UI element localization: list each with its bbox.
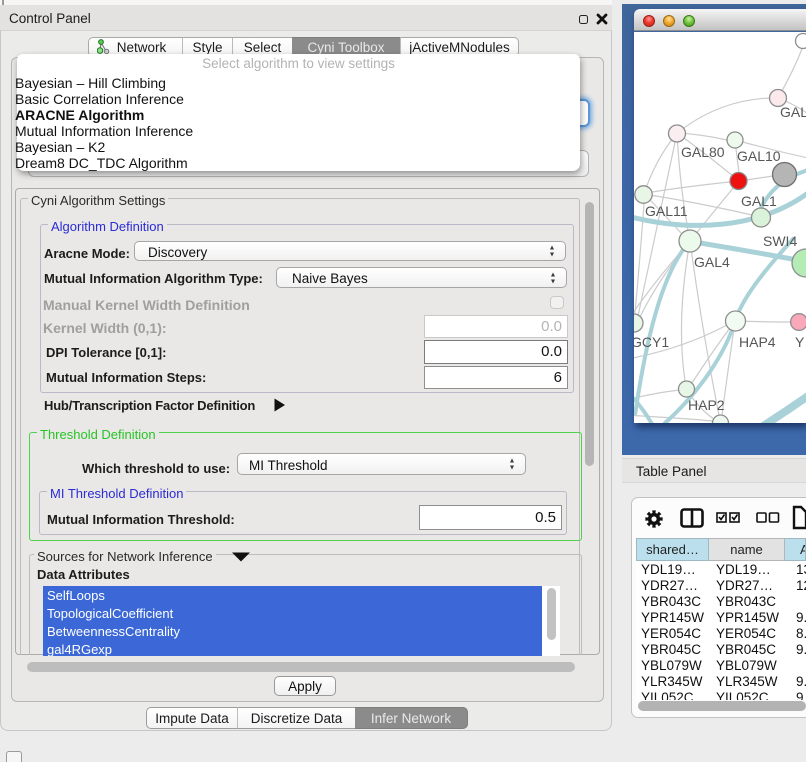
- svg-text:HAP2: HAP2: [688, 397, 725, 413]
- svg-text:HAP4: HAP4: [739, 334, 776, 350]
- svg-text:SWI4: SWI4: [763, 233, 797, 249]
- svg-text:GAL80: GAL80: [681, 144, 725, 160]
- svg-text:GAL1: GAL1: [741, 193, 777, 209]
- svg-text:Y: Y: [795, 334, 805, 350]
- svg-text:GAL4: GAL4: [694, 254, 730, 270]
- svg-text:GAL7: GAL7: [780, 104, 806, 120]
- svg-text:GAL11: GAL11: [645, 203, 688, 219]
- svg-text:GCY1: GCY1: [634, 334, 669, 350]
- svg-text:GAL10: GAL10: [737, 148, 781, 164]
